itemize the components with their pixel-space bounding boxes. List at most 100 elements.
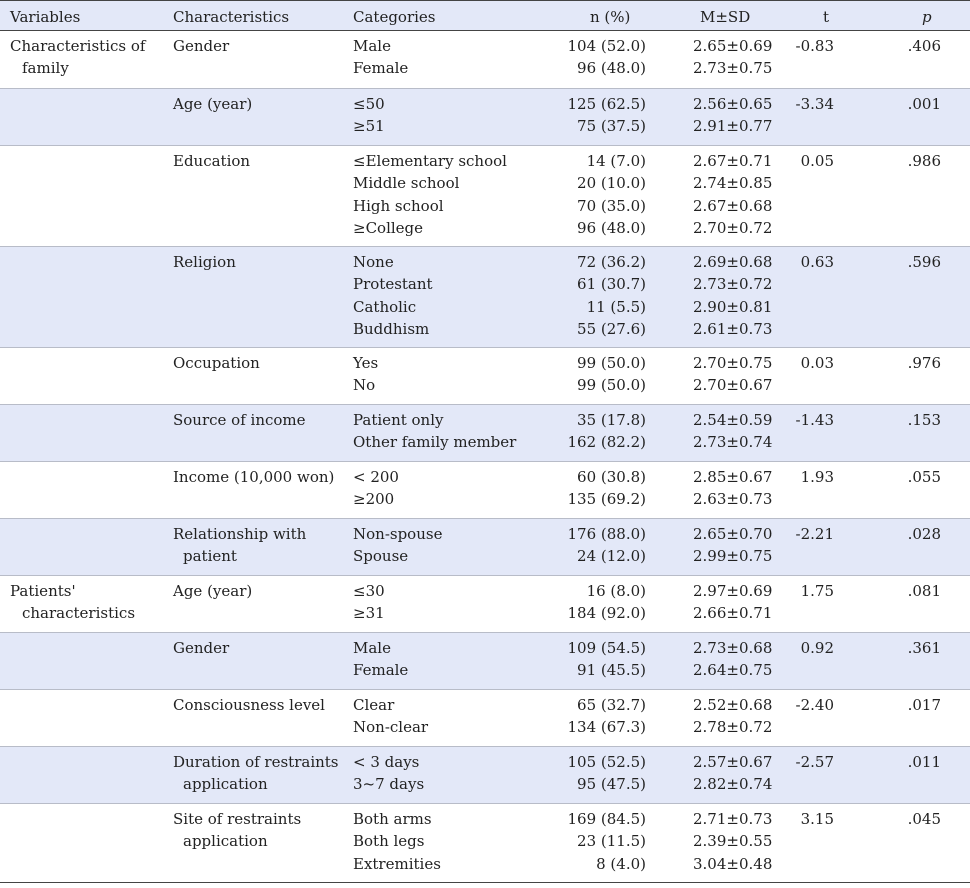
category-cell: No <box>353 376 376 395</box>
n-percent-cell: 99 (50.0) <box>577 376 646 395</box>
header-mean-sd: M±SD <box>700 8 751 26</box>
table-row-group: Characteristics of family Gender Male 104 (5… <box>0 31 970 88</box>
mean-sd-cell: 2.97±0.69 <box>693 582 773 600</box>
n-percent-cell: 134 (67.3) <box>567 718 646 737</box>
n-percent-cell: 96 (48.0) <box>577 59 646 78</box>
table-row-group: Gender Male 109 (54.5) 2.73±0.68 Female 91 (4… <box>0 632 970 690</box>
mean-sd-cell: 2.73±0.72 <box>693 275 773 294</box>
category-cell: Non-clear <box>353 718 429 737</box>
header-categories: Categories <box>353 8 436 26</box>
variable-label: family <box>22 59 69 78</box>
category-cell: Male <box>353 639 391 657</box>
mean-sd-cell: 2.63±0.73 <box>693 490 773 509</box>
t-value-cell: -2.40 <box>795 696 834 714</box>
category-cell: ≥200 <box>353 490 395 509</box>
table-row-group: Education ≤Elementary school 14 (7.0) 2.67±… <box>0 145 970 247</box>
p-value-cell: .011 <box>907 753 941 771</box>
p-value-cell: .017 <box>907 696 941 714</box>
p-value-cell: .596 <box>907 253 941 271</box>
mean-sd-cell: 2.39±0.55 <box>693 832 773 851</box>
p-value-cell: .081 <box>907 582 941 600</box>
table-row-group: Religion None 72 (36.2) 2.69±0.68 Protestant… <box>0 246 970 348</box>
category-cell: Female <box>353 661 409 680</box>
category-cell: None <box>353 253 394 271</box>
n-percent-cell: 135 (69.2) <box>567 490 646 509</box>
t-value-cell: 0.92 <box>800 639 834 657</box>
characteristic-label: Gender <box>173 37 230 55</box>
n-percent-cell: 65 (32.7) <box>577 696 646 714</box>
p-value-cell: .045 <box>907 810 941 828</box>
n-percent-cell: 72 (36.2) <box>577 253 646 271</box>
table-row-group: Relationship with patient Non-spouse 176 (8… <box>0 518 970 576</box>
category-cell: ≥51 <box>353 117 385 136</box>
header-p: p <box>922 8 932 26</box>
t-value-cell: 0.03 <box>800 354 834 372</box>
n-percent-cell: 35 (17.8) <box>577 411 646 429</box>
n-percent-cell: 95 (47.5) <box>577 775 646 794</box>
characteristic-label: Source of income <box>173 411 306 429</box>
characteristic-label: Religion <box>173 253 236 271</box>
characteristic-label: Gender <box>173 639 230 657</box>
n-percent-cell: 162 (82.2) <box>567 433 646 452</box>
category-cell: Both arms <box>353 810 432 828</box>
mean-sd-cell: 2.73±0.68 <box>693 639 773 657</box>
n-percent-cell: 184 (92.0) <box>567 604 646 623</box>
header-variables: Variables <box>10 8 81 26</box>
n-percent-cell: 169 (84.5) <box>567 810 646 828</box>
p-value-cell: .976 <box>907 354 941 372</box>
category-cell: ≤30 <box>353 582 385 600</box>
category-cell: Female <box>353 59 409 78</box>
mean-sd-cell: 2.85±0.67 <box>693 468 773 486</box>
table-row-group: Age (year) ≤50 125 (62.5) 2.56±0.65 ≥51 75 (3… <box>0 88 970 146</box>
p-value-cell: .986 <box>907 152 941 170</box>
header-n-percent: n (%) <box>590 8 631 26</box>
mean-sd-cell: 2.65±0.69 <box>693 37 773 55</box>
mean-sd-cell: 2.56±0.65 <box>693 95 773 113</box>
n-percent-cell: 23 (11.5) <box>577 832 646 851</box>
mean-sd-cell: 2.99±0.75 <box>693 547 773 566</box>
mean-sd-cell: 2.73±0.74 <box>693 433 773 452</box>
characteristic-label: Age (year) <box>173 95 253 113</box>
n-percent-cell: 24 (12.0) <box>577 547 646 566</box>
n-percent-cell: 91 (45.5) <box>577 661 646 680</box>
mean-sd-cell: 2.54±0.59 <box>693 411 773 429</box>
category-cell: Middle school <box>353 174 460 193</box>
p-value-cell: .001 <box>907 95 941 113</box>
category-cell: Protestant <box>353 275 433 294</box>
variable-label: Characteristics of <box>10 37 146 55</box>
mean-sd-cell: 2.91±0.77 <box>693 117 773 136</box>
category-cell: ≤50 <box>353 95 385 113</box>
characteristic-label: application <box>183 832 268 851</box>
p-value-cell: .361 <box>907 639 941 657</box>
mean-sd-cell: 2.69±0.68 <box>693 253 773 271</box>
p-value-cell: .055 <box>907 468 941 486</box>
n-percent-cell: 11 (5.5) <box>586 297 646 316</box>
category-cell: Clear <box>353 696 395 714</box>
characteristic-label: Relationship with <box>173 525 307 543</box>
p-value-cell: .153 <box>907 411 941 429</box>
n-percent-cell: 8 (4.0) <box>596 854 646 873</box>
t-value-cell: 0.05 <box>800 152 834 170</box>
category-cell: Non-spouse <box>353 525 443 543</box>
table-row-group: Occupation Yes 99 (50.0) 2.70±0.75 No 99 (50.… <box>0 347 970 405</box>
n-percent-cell: 105 (52.5) <box>567 753 646 771</box>
characteristic-label: Age (year) <box>173 582 253 600</box>
table-row-group: Duration of restraints application < 3 day… <box>0 746 970 804</box>
characteristic-label: Occupation <box>173 354 260 372</box>
characteristic-label: application <box>183 775 268 794</box>
table-row-group: Consciousness level Clear 65 (32.7) 2.52±0.… <box>0 689 970 747</box>
category-cell: Spouse <box>353 547 409 566</box>
mean-sd-cell: 2.90±0.81 <box>693 297 773 316</box>
table-header: Variables Characteristics Categories n (… <box>0 0 970 31</box>
category-cell: ≤Elementary school <box>353 152 507 170</box>
category-cell: < 3 days <box>353 753 420 771</box>
p-value-cell: .028 <box>907 525 941 543</box>
category-cell: ≥31 <box>353 604 385 623</box>
t-value-cell: -1.43 <box>795 411 834 429</box>
mean-sd-cell: 2.71±0.73 <box>693 810 773 828</box>
variable-label: characteristics <box>22 604 136 623</box>
characteristic-label: Income (10,000 won) <box>173 468 335 486</box>
n-percent-cell: 99 (50.0) <box>577 354 646 372</box>
mean-sd-cell: 2.74±0.85 <box>693 174 773 193</box>
mean-sd-cell: 3.04±0.48 <box>693 854 773 873</box>
